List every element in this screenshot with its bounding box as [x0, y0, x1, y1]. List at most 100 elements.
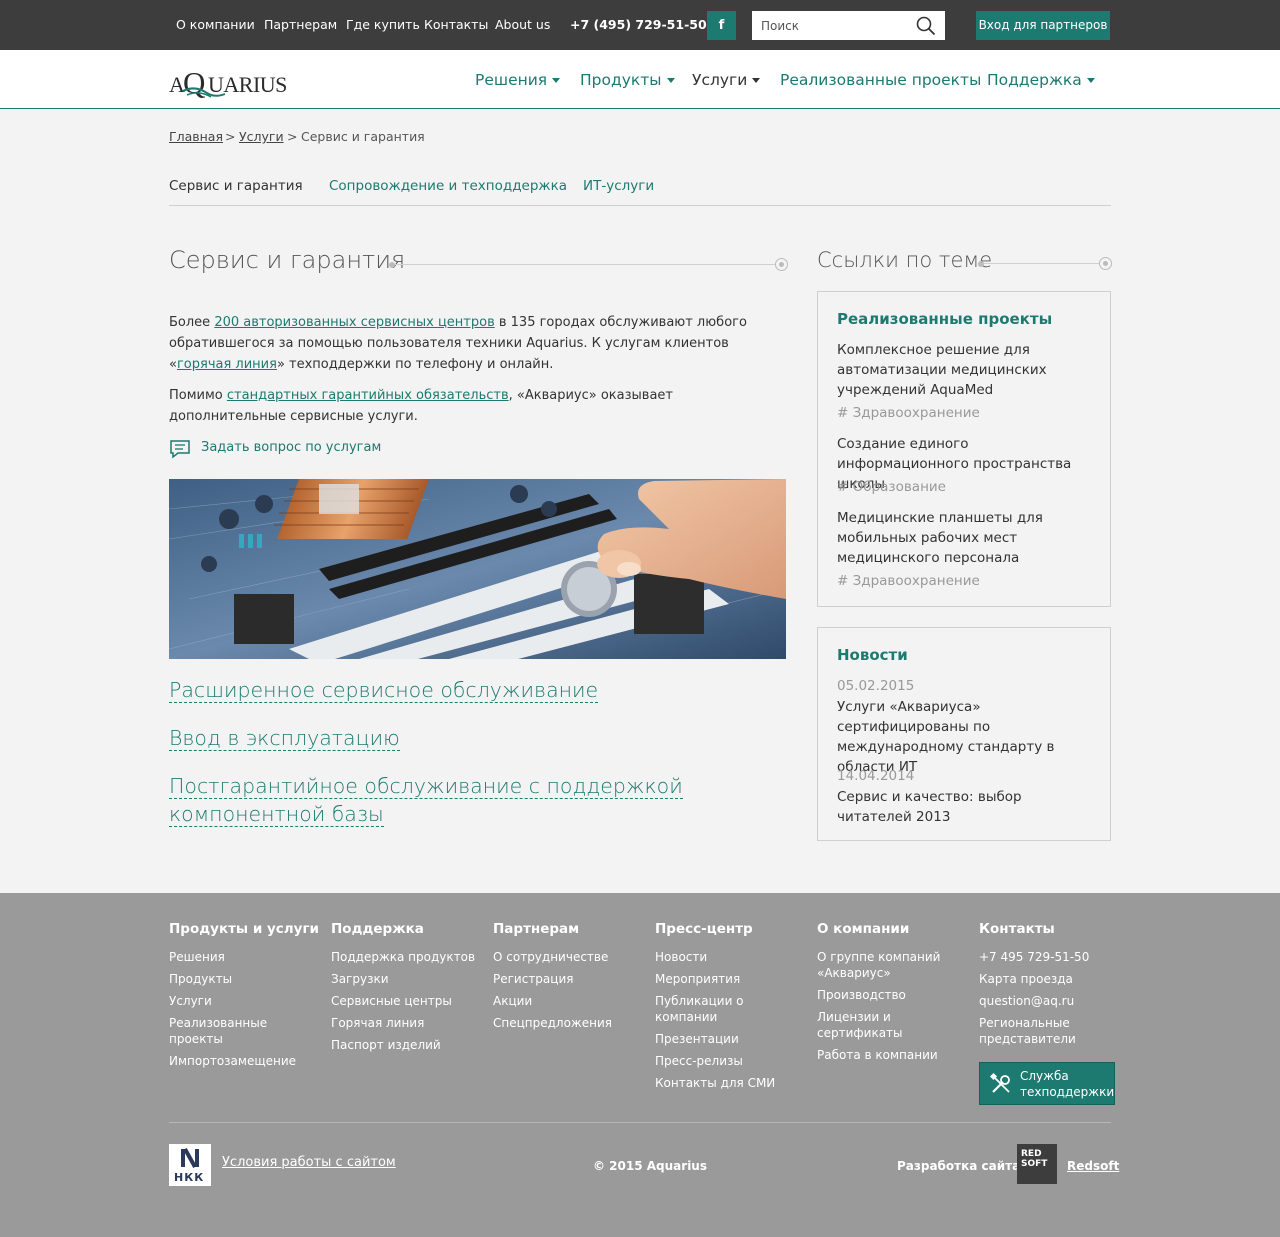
footer-column-products: Продукты и услуги Решения Продукты Услуг… — [169, 921, 319, 1075]
project-tag[interactable]: # Здравоохранение — [837, 573, 980, 589]
sidebar-line — [984, 263, 1099, 264]
footer-link[interactable]: О сотрудничестве — [493, 949, 643, 965]
tech-support-label: Служба техподдержки — [1020, 1069, 1115, 1099]
news-date: 05.02.2015 — [837, 678, 915, 694]
footer-link[interactable]: О группе компаний «Аквариус» — [817, 949, 947, 981]
post-warranty-link[interactable]: Постгарантийное обслуживание с поддержко… — [169, 772, 779, 828]
nav-services[interactable]: Услуги — [692, 71, 761, 89]
footer-link[interactable]: Карта проезда — [979, 971, 1129, 987]
top-link-where-to-buy[interactable]: Где купить — [346, 17, 420, 32]
heading-line — [395, 264, 775, 265]
news-item[interactable]: Сервис и качество: выбор читателей 2013 — [837, 787, 1097, 827]
aquarius-logo[interactable]: A Q UARIUS — [169, 63, 309, 99]
tab-it-services[interactable]: ИТ-услуги — [583, 178, 654, 194]
footer-link[interactable]: Акции — [493, 993, 643, 1009]
search-input[interactable] — [752, 11, 912, 40]
footer-link[interactable]: Пресс-релизы — [655, 1053, 805, 1069]
footer-link[interactable]: Новости — [655, 949, 805, 965]
footer-link[interactable]: Публикации о компании — [655, 993, 755, 1025]
extended-service-link[interactable]: Расширенное сервисное обслуживание — [169, 676, 779, 704]
footer-link[interactable]: Услуги — [169, 993, 319, 1009]
footer-column-contacts: Контакты +7 495 729-51-50 Карта проезда … — [979, 921, 1129, 1053]
footer-link[interactable]: Продукты — [169, 971, 319, 987]
footer-link[interactable]: Реализованные проекты — [169, 1015, 269, 1047]
footer-link[interactable]: Горячая линия — [331, 1015, 481, 1031]
footer-link[interactable]: Загрузки — [331, 971, 481, 987]
tools-icon — [989, 1072, 1010, 1093]
top-link-partners[interactable]: Партнерам — [264, 17, 337, 32]
footer-link[interactable]: Решения — [169, 949, 319, 965]
tab-service-warranty[interactable]: Сервис и гарантия — [169, 178, 303, 194]
top-phone: +7 (495) 729-51-50 — [570, 17, 707, 32]
site-footer: Продукты и услуги Решения Продукты Услуг… — [0, 893, 1280, 1237]
footer-email[interactable]: question@aq.ru — [979, 993, 1129, 1009]
search-icon[interactable] — [916, 16, 936, 36]
logo-text-uarius: UARIUS — [208, 72, 287, 97]
top-link-contacts[interactable]: Контакты — [424, 17, 488, 32]
warranty-text-part: Помимо — [169, 388, 227, 403]
footer-link[interactable]: Работа в компании — [817, 1047, 967, 1063]
footer-link[interactable]: Поддержка продуктов — [331, 949, 481, 965]
hotline-link[interactable]: горячая линия — [177, 357, 277, 372]
facebook-icon[interactable]: f — [707, 11, 736, 40]
news-date: 14.04.2014 — [837, 768, 915, 784]
footer-column-title: Пресс-центр — [655, 921, 753, 937]
tab-maintenance-support[interactable]: Сопровождение и техподдержка — [329, 178, 567, 194]
footer-column-title: Контакты — [979, 921, 1055, 937]
nav-projects[interactable]: Реализованные проекты — [780, 71, 981, 89]
footer-link[interactable]: Лицензии и сертификаты — [817, 1009, 917, 1041]
tabs-divider — [169, 205, 1111, 206]
redsoft-link[interactable]: Redsoft — [1067, 1159, 1119, 1173]
nav-products-label: Продукты — [580, 71, 662, 89]
footer-link[interactable]: Паспорт изделий — [331, 1037, 481, 1053]
footer-link[interactable]: Регистрация — [493, 971, 643, 987]
footer-link[interactable]: Сервисные центры — [331, 993, 481, 1009]
hkk-logo-text: НКК — [174, 1171, 205, 1184]
project-tag[interactable]: # Образование — [837, 479, 946, 495]
breadcrumb-services[interactable]: Услуги — [239, 129, 284, 144]
footer-link[interactable]: Мероприятия — [655, 971, 805, 987]
terms-link[interactable]: Условия работы с сайтом — [222, 1155, 396, 1170]
footer-link[interactable]: Региональные представители — [979, 1015, 1079, 1047]
partner-login-button[interactable]: Вход для партнеров — [976, 11, 1110, 40]
commissioning-link[interactable]: Ввод в эксплуатацию — [169, 724, 779, 752]
footer-link[interactable]: Спецпредложения — [493, 1015, 643, 1031]
warranty-link[interactable]: стандартных гарантийных обязательств — [227, 388, 509, 403]
nav-solutions-label: Решения — [475, 71, 548, 89]
breadcrumb-current: Сервис и гарантия — [301, 129, 425, 144]
breadcrumb-separator: > — [225, 129, 236, 144]
footer-column-title: Продукты и услуги — [169, 921, 319, 937]
projects-box: Реализованные проекты Комплексное решени… — [817, 291, 1111, 607]
top-link-about-company[interactable]: О компании — [176, 17, 255, 32]
news-item[interactable]: Услуги «Аквариуса» сертифицированы по ме… — [837, 697, 1097, 777]
nav-support[interactable]: Поддержка — [987, 71, 1095, 89]
ask-question-label: Задать вопрос по услугам — [201, 440, 382, 455]
projects-box-title[interactable]: Реализованные проекты — [837, 310, 1052, 328]
tech-support-button[interactable]: Служба техподдержки — [979, 1062, 1115, 1105]
heading-line-dot — [389, 262, 395, 268]
project-tag[interactable]: # Здравоохранение — [837, 405, 980, 421]
nav-products[interactable]: Продукты — [580, 71, 675, 89]
nav-services-label: Услуги — [692, 71, 748, 89]
chevron-down-icon — [666, 78, 675, 83]
top-link-about-us[interactable]: About us — [495, 17, 550, 32]
footer-phone[interactable]: +7 495 729-51-50 — [979, 949, 1129, 965]
footer-link[interactable]: Производство — [817, 987, 967, 1003]
breadcrumb-home[interactable]: Главная — [169, 129, 223, 144]
project-item[interactable]: Медицинские планшеты для мобильных рабоч… — [837, 508, 1097, 568]
news-box-title[interactable]: Новости — [837, 646, 908, 664]
service-centers-link[interactable]: 200 авторизованных сервисных центров — [214, 315, 494, 330]
intro-text-part: Более — [169, 315, 215, 330]
footer-link[interactable]: Импортозамещение — [169, 1053, 319, 1069]
hkk-logo[interactable]: НКК — [169, 1144, 211, 1186]
intro-paragraph: Более 200 авторизованных сервисных центр… — [169, 312, 769, 375]
footer-divider — [169, 1122, 1111, 1123]
footer-link[interactable]: Контакты для СМИ — [655, 1075, 805, 1091]
footer-column-partners: Партнерам О сотрудничестве Регистрация А… — [493, 921, 643, 1037]
project-item[interactable]: Комплексное решение для автоматизации ме… — [837, 340, 1097, 400]
redsoft-logo[interactable]: RED SOFT — [1017, 1144, 1057, 1184]
nav-solutions[interactable]: Решения — [475, 71, 561, 89]
post-warranty-label: Постгарантийное обслуживание с поддержко… — [169, 774, 683, 827]
footer-link[interactable]: Презентации — [655, 1031, 805, 1047]
chevron-down-icon — [752, 78, 761, 83]
